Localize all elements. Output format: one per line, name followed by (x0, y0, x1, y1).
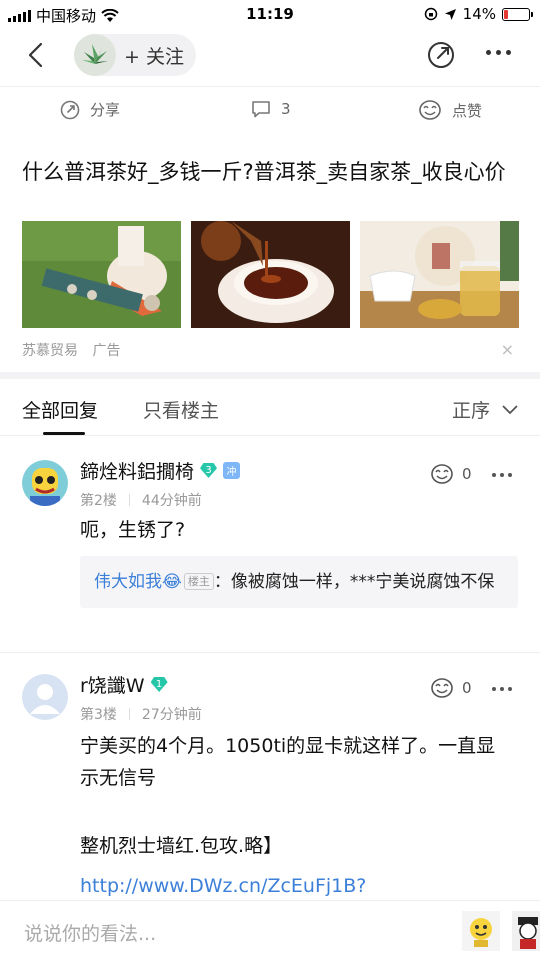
location-icon (444, 8, 456, 20)
like-face-icon (431, 678, 453, 698)
ad-image-1[interactable] (22, 221, 181, 328)
back-icon[interactable] (22, 40, 52, 70)
comment-like-count: 0 (462, 465, 472, 483)
battery-icon (502, 7, 533, 21)
status-bar: 中国移动 11:19 14% (0, 0, 540, 28)
comment-like-button[interactable]: 0 (430, 463, 472, 485)
my-avatar[interactable] (512, 911, 540, 951)
ad-title[interactable]: 什么普洱茶好_多钱一斤?普洱茶_卖自家茶_收良心价 (22, 158, 522, 187)
comment-text: 呃，生锈了? (80, 519, 186, 541)
reply-tabs: 全部回复 只看楼主 正序 (0, 380, 540, 436)
follow-label: + 关注 (124, 45, 184, 68)
comment-text: 宁美买的4个月。1050ti的显卡就这样了。一直显示无信号 (80, 735, 496, 789)
comment-more-icon[interactable] (492, 687, 512, 691)
ad-image-3[interactable] (360, 221, 519, 328)
comment-meta: 第2楼 44分钟前 (80, 490, 202, 510)
post-actions: 分享 3 点赞 (0, 86, 540, 136)
sub-reply-user[interactable]: 伟大如我😂 (94, 572, 182, 592)
comment-divider (0, 652, 540, 653)
host-tag: 楼主 (183, 573, 214, 590)
comment-time: 44分钟前 (141, 493, 202, 509)
forum-avatar (74, 34, 116, 76)
comment-meta: 第3楼 27分钟前 (80, 704, 202, 724)
tab-indicator (43, 432, 85, 435)
share-label: 分享 (90, 101, 121, 119)
comment-action[interactable]: 3 (251, 99, 291, 119)
reply-input-bar: 说说你的看法... (0, 900, 540, 960)
comment-more-icon[interactable] (492, 473, 512, 477)
chevron-down-icon (502, 404, 518, 414)
ad-close-icon[interactable]: × (501, 340, 514, 359)
battery-percent: 14% (462, 5, 496, 23)
like-action[interactable]: 点赞 (418, 99, 482, 121)
ad-source: 苏慕贸易 广告 (22, 340, 130, 360)
ad-images[interactable] (22, 221, 519, 328)
reply-input[interactable]: 说说你的看法... (24, 919, 156, 946)
comment-like-button[interactable]: 0 (430, 677, 472, 699)
user-avatar[interactable] (22, 674, 68, 720)
comment-floor: 第2楼 (80, 493, 117, 509)
user-badge: 冲 (223, 462, 241, 479)
ad-tag: 广告 (92, 343, 121, 359)
like-label: 点赞 (452, 101, 483, 120)
sort-dropdown[interactable]: 正序 (452, 396, 518, 423)
tab-all-replies[interactable]: 全部回复 (22, 396, 98, 423)
ad-advertiser: 苏慕贸易 (22, 343, 78, 359)
comment-like-count: 0 (462, 679, 472, 697)
sub-reply-text: 像被腐蚀一样，***宁美说腐蚀不保 (230, 572, 495, 592)
comment-username: r饶讖W (80, 675, 145, 697)
top-nav: + 关注 (0, 28, 540, 84)
share-small-icon (60, 100, 80, 119)
share-icon[interactable] (426, 40, 456, 70)
follow-button[interactable]: + 关注 (74, 34, 196, 76)
status-right: 14% (424, 5, 533, 23)
comment-floor: 第3楼 (80, 707, 117, 723)
like-face-icon (431, 464, 453, 484)
like-face-icon (419, 100, 441, 120)
level-badge: 1 (150, 677, 168, 692)
section-separator (0, 372, 540, 379)
more-menu-icon[interactable] (486, 50, 511, 55)
sort-label: 正序 (451, 400, 490, 422)
comment-icon (252, 101, 270, 118)
tab-host-only[interactable]: 只看楼主 (143, 396, 219, 423)
comment-text-2: 整机烈士墙红.包攻.略】 (80, 835, 283, 857)
ad-image-2[interactable] (191, 221, 350, 328)
comment-user[interactable]: r饶讖W 1 (80, 671, 168, 698)
user-avatar[interactable] (22, 460, 68, 506)
lock-rotation-icon (424, 7, 437, 21)
comment-count: 3 (281, 100, 291, 118)
comment-username: 鍗烇料鋁撊椅 (80, 461, 195, 483)
emoji-icon[interactable] (462, 911, 500, 951)
level-badge: 3 (200, 463, 218, 478)
sub-reply[interactable]: 伟大如我😂 楼主 ：像被腐蚀一样，***宁美说腐蚀不保 (80, 556, 518, 608)
comment-user[interactable]: 鍗烇料鋁撊椅 3 冲 (80, 457, 241, 484)
sub-reply-separator: ： (213, 572, 231, 592)
share-action[interactable]: 分享 (60, 99, 120, 120)
comment-time: 27分钟前 (141, 707, 202, 723)
